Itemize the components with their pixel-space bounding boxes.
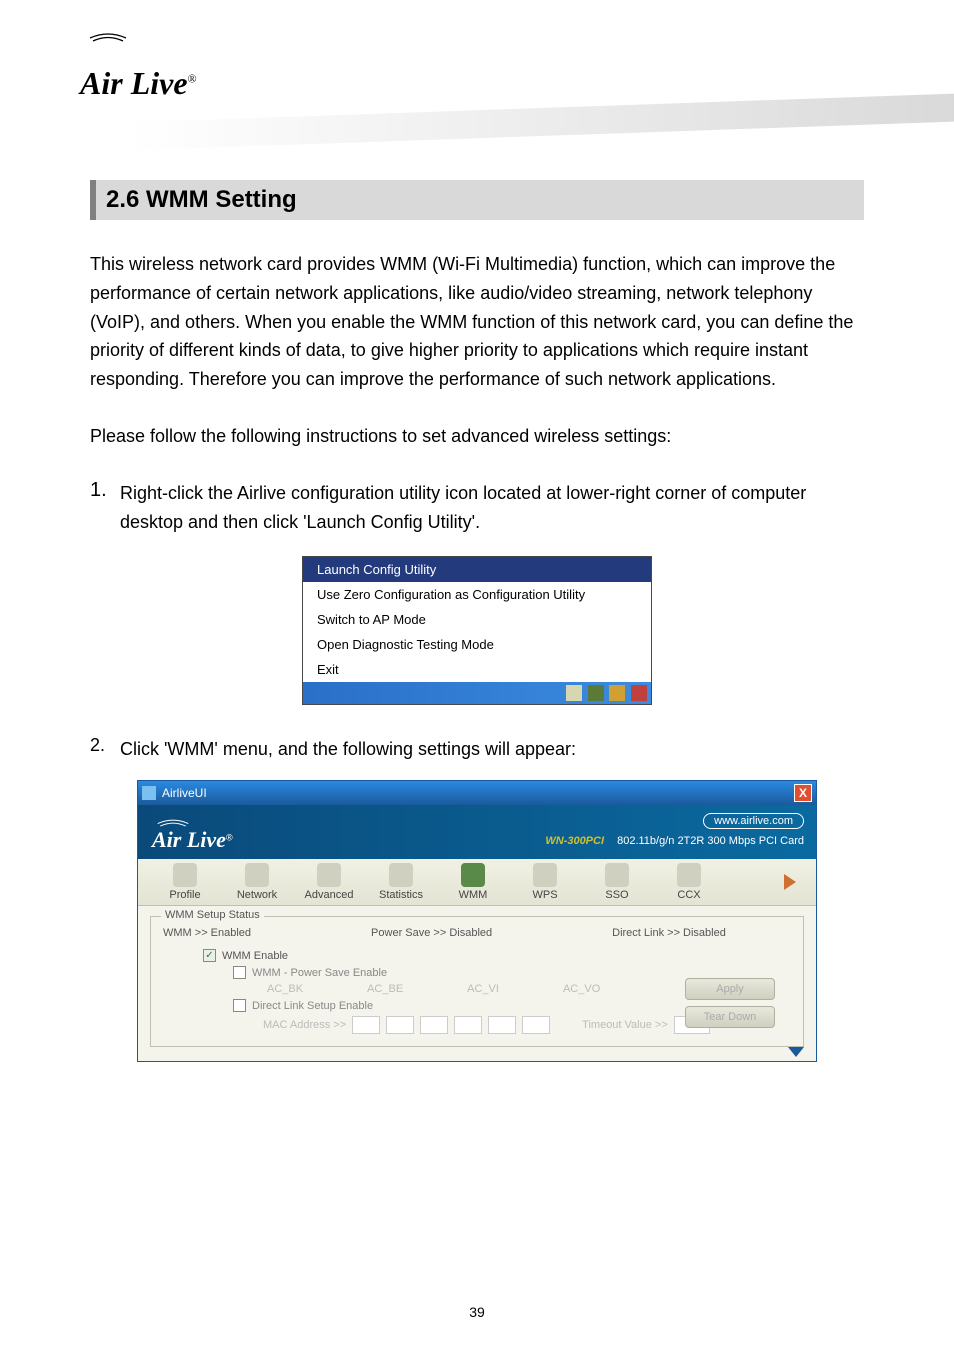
instructions-lead: Please follow the following instructions…: [90, 422, 864, 451]
close-button[interactable]: X: [794, 784, 812, 802]
directlink-enable-label: Direct Link Setup Enable: [252, 1000, 373, 1012]
tab-label: SSO: [605, 889, 628, 901]
wmm-icon: [461, 863, 485, 887]
apply-button[interactable]: Apply: [685, 978, 775, 1000]
window-title: AirliveUI: [162, 786, 207, 800]
ac-vi-label: AC_VI: [467, 983, 499, 995]
menu-use-zero-config[interactable]: Use Zero Configuration as Configuration …: [303, 582, 651, 607]
wps-icon: [533, 863, 557, 887]
advanced-icon: [317, 863, 341, 887]
app-header: Air Live® www.airlive.com WN-300PCI 802.…: [138, 805, 816, 859]
button-column: Apply Tear Down: [685, 978, 775, 1028]
titlebar: AirliveUI X: [138, 781, 816, 805]
context-menu: Launch Config Utility Use Zero Configura…: [302, 556, 652, 705]
system-tray: [303, 682, 651, 704]
network-icon: [245, 863, 269, 887]
tab-statistics[interactable]: Statistics: [374, 863, 428, 901]
profile-icon: [173, 863, 197, 887]
tray-icon: [566, 685, 582, 701]
wmm-fieldset: WMM Setup Status WMM >> Enabled Power Sa…: [150, 916, 804, 1047]
menu-exit[interactable]: Exit: [303, 657, 651, 682]
powersave-enable-label: WMM - Power Save Enable: [252, 967, 387, 979]
status-powersave: Power Save >> Disabled: [371, 927, 492, 939]
mac-input-3[interactable]: [420, 1016, 448, 1034]
url-badge[interactable]: www.airlive.com: [703, 813, 804, 829]
ac-vo: AC_VO: [559, 983, 600, 995]
tab-label: WPS: [532, 889, 557, 901]
ccx-icon: [677, 863, 701, 887]
tray-icon: [631, 685, 647, 701]
statistics-icon: [389, 863, 413, 887]
timeout-label: Timeout Value >>: [582, 1019, 668, 1031]
airlive-ui-window: AirliveUI X Air Live® www.airlive.com WN…: [137, 780, 817, 1062]
page-number: 39: [0, 1304, 954, 1320]
tab-wmm[interactable]: WMM: [446, 863, 500, 901]
mac-label: MAC Address >>: [263, 1019, 346, 1031]
ac-be-label: AC_BE: [367, 983, 403, 995]
status-directlink: Direct Link >> Disabled: [612, 927, 726, 939]
directlink-enable-checkbox[interactable]: [233, 999, 246, 1012]
tab-ccx[interactable]: CCX: [662, 863, 716, 901]
tab-sso[interactable]: SSO: [590, 863, 644, 901]
header-decoration: [130, 68, 954, 158]
model-desc: 802.11b/g/n 2T2R 300 Mbps PCI Card: [617, 835, 804, 847]
expand-down-icon[interactable]: [788, 1047, 804, 1057]
mac-input-5[interactable]: [488, 1016, 516, 1034]
teardown-button[interactable]: Tear Down: [685, 1006, 775, 1028]
wmm-enable-row: ✓ WMM Enable: [203, 949, 791, 962]
next-arrow-icon[interactable]: [784, 874, 796, 890]
step-2-text: Click 'WMM' menu, and the following sett…: [120, 735, 576, 764]
tab-label: CCX: [677, 889, 700, 901]
mac-input-6[interactable]: [522, 1016, 550, 1034]
mac-input-2[interactable]: [386, 1016, 414, 1034]
app-brand: Air Live: [152, 827, 226, 852]
step-2-number: 2.: [90, 735, 120, 764]
step-2: 2. Click 'WMM' menu, and the following s…: [90, 735, 864, 764]
step-1-text: Right-click the Airlive configuration ut…: [120, 479, 864, 537]
ac-be: AC_BE: [363, 983, 403, 995]
ac-bk-label: AC_BK: [267, 983, 303, 995]
tray-icon: [609, 685, 625, 701]
tab-network[interactable]: Network: [230, 863, 284, 901]
tab-wps[interactable]: WPS: [518, 863, 572, 901]
ac-vi: AC_VI: [463, 983, 499, 995]
wmm-panel: WMM Setup Status WMM >> Enabled Power Sa…: [138, 906, 816, 1061]
status-row: WMM >> Enabled Power Save >> Disabled Di…: [163, 927, 791, 939]
tab-label: Statistics: [379, 889, 423, 901]
step-1: 1. Right-click the Airlive configuration…: [90, 479, 864, 537]
intro-paragraph: This wireless network card provides WMM …: [90, 250, 864, 394]
ac-bk: AC_BK: [263, 983, 303, 995]
status-wmm: WMM >> Enabled: [163, 927, 251, 939]
menu-diagnostic[interactable]: Open Diagnostic Testing Mode: [303, 632, 651, 657]
powersave-enable-checkbox[interactable]: [233, 966, 246, 979]
tab-advanced[interactable]: Advanced: [302, 863, 356, 901]
mac-input-1[interactable]: [352, 1016, 380, 1034]
mac-input-4[interactable]: [454, 1016, 482, 1034]
wmm-enable-label: WMM Enable: [222, 950, 288, 962]
tab-label: Network: [237, 889, 277, 901]
section-heading: 2.6 WMM Setting: [90, 180, 864, 220]
fieldset-legend: WMM Setup Status: [161, 909, 264, 921]
model-name: WN-300PCI: [545, 835, 604, 847]
tab-label: WMM: [459, 889, 488, 901]
tab-label: Profile: [169, 889, 200, 901]
app-brand-reg: ®: [226, 833, 233, 843]
ac-vo-label: AC_VO: [563, 983, 600, 995]
sso-icon: [605, 863, 629, 887]
tab-row: Profile Network Advanced Statistics WMM …: [138, 859, 816, 906]
menu-launch-config[interactable]: Launch Config Utility: [303, 557, 651, 582]
menu-switch-ap[interactable]: Switch to AP Mode: [303, 607, 651, 632]
model-row: WN-300PCI 802.11b/g/n 2T2R 300 Mbps PCI …: [545, 835, 804, 847]
wmm-enable-checkbox[interactable]: ✓: [203, 949, 216, 962]
step-1-number: 1.: [90, 479, 120, 537]
tray-icon: [588, 685, 604, 701]
tab-label: Advanced: [305, 889, 354, 901]
app-icon: [142, 786, 156, 800]
tab-profile[interactable]: Profile: [158, 863, 212, 901]
